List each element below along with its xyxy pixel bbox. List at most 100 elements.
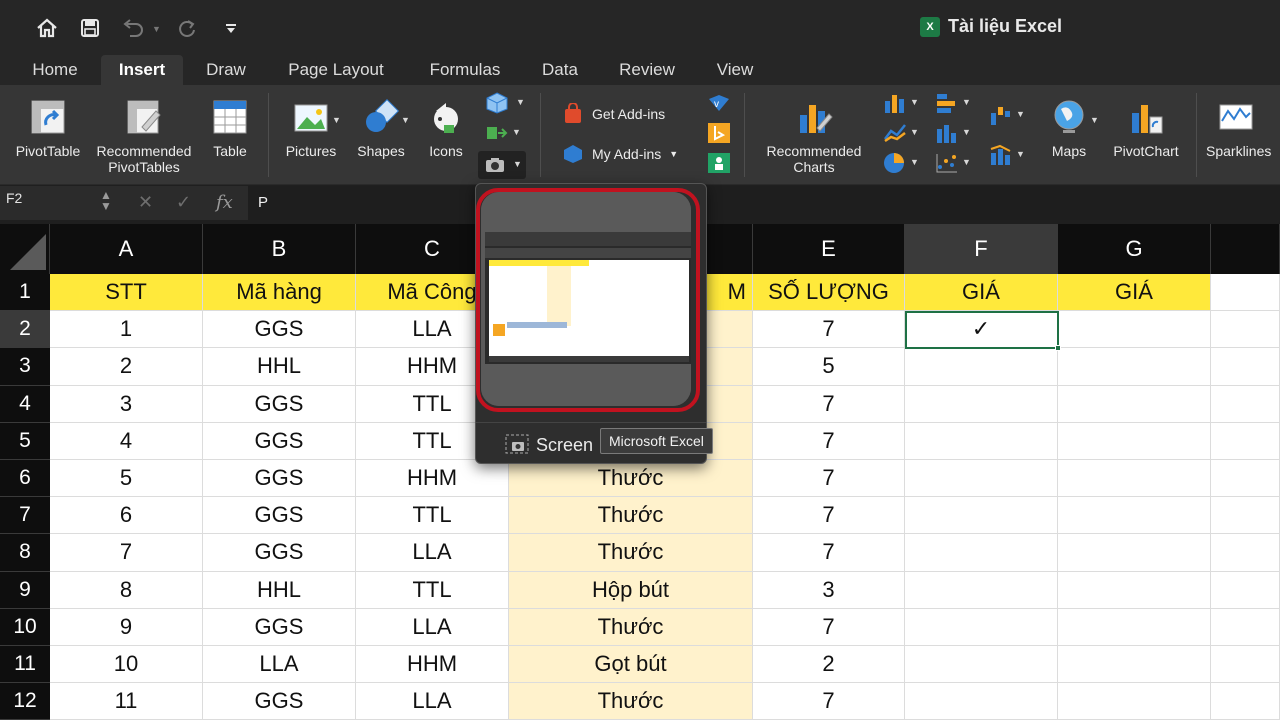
recommended-pivottables-button[interactable]: Recommended PivotTables	[90, 97, 198, 175]
shapes-button[interactable]: Shapes	[350, 97, 412, 159]
waterfall-chart-icon[interactable]	[988, 103, 1014, 127]
cell-b7[interactable]: GGS	[203, 497, 356, 535]
cell-e11[interactable]: 2	[753, 646, 905, 684]
cell-h3[interactable]	[1211, 348, 1280, 386]
undo-icon[interactable]	[118, 12, 148, 44]
name-box[interactable]: F2	[0, 186, 112, 220]
cell-e6[interactable]: 7	[753, 460, 905, 498]
bing-icon[interactable]	[706, 121, 732, 145]
cell-h8[interactable]	[1211, 534, 1280, 572]
tab-view[interactable]: View	[706, 55, 764, 85]
cell-e10[interactable]: 7	[753, 608, 905, 646]
cell-a9[interactable]: 8	[50, 571, 203, 609]
cell-b12[interactable]: GGS	[203, 683, 356, 720]
cell-b2[interactable]: GGS	[203, 311, 356, 349]
cell-e4[interactable]: 7	[753, 385, 905, 423]
cell-a3[interactable]: 2	[50, 348, 203, 386]
scatter-chart-dropdown-icon[interactable]: ▼	[962, 157, 971, 167]
my-addins-dropdown-icon[interactable]: ▼	[669, 149, 678, 159]
stat-chart-icon[interactable]	[934, 121, 960, 145]
row-header-4[interactable]: 4	[0, 385, 50, 423]
row-header-3[interactable]: 3	[0, 348, 50, 386]
cell-g6[interactable]	[1058, 460, 1211, 498]
maps-dropdown-icon[interactable]: ▼	[1090, 115, 1099, 125]
select-all-corner[interactable]	[0, 224, 50, 274]
cell-a1[interactable]: STT	[50, 274, 203, 312]
bar-chart-dropdown-icon[interactable]: ▼	[962, 97, 971, 107]
waterfall-chart-dropdown-icon[interactable]: ▼	[1016, 109, 1025, 119]
cell-e8[interactable]: 7	[753, 534, 905, 572]
shapes-dropdown-icon[interactable]: ▼	[401, 115, 410, 125]
cell-d11[interactable]: Gọt bút	[509, 646, 753, 684]
get-addins-button[interactable]: Get Add-ins	[562, 103, 665, 125]
cell-b9[interactable]: HHL	[203, 571, 356, 609]
bar-chart-icon[interactable]	[934, 91, 960, 115]
smartart-icon[interactable]	[484, 121, 510, 145]
row-header-10[interactable]: 10	[0, 608, 50, 646]
cell-e1[interactable]: SỐ LƯỢNG	[753, 274, 905, 312]
combo-chart-dropdown-icon[interactable]: ▼	[1016, 149, 1025, 159]
cell-g10[interactable]	[1058, 608, 1211, 646]
combo-chart-icon[interactable]	[988, 143, 1014, 167]
column-header-h[interactable]	[1211, 224, 1280, 274]
tab-data[interactable]: Data	[532, 55, 588, 85]
cell-b11[interactable]: LLA	[203, 646, 356, 684]
cell-g2[interactable]	[1058, 311, 1211, 349]
cell-g11[interactable]	[1058, 646, 1211, 684]
visio-icon[interactable]: v	[706, 91, 732, 115]
cell-g9[interactable]	[1058, 571, 1211, 609]
cell-g12[interactable]	[1058, 683, 1211, 720]
pie-chart-icon[interactable]	[882, 151, 908, 175]
column-header-a[interactable]: A	[50, 224, 203, 274]
table-button[interactable]: Table	[204, 97, 256, 159]
my-addins-button[interactable]: My Add-ins ▼	[562, 143, 678, 165]
pivottable-button[interactable]: PivotTable	[8, 97, 88, 159]
cell-c11[interactable]: HHM	[356, 646, 509, 684]
3d-models-icon[interactable]	[484, 91, 510, 115]
cell-d6[interactable]: Thước	[509, 460, 753, 498]
cell-f6[interactable]	[905, 460, 1058, 498]
cell-b1[interactable]: Mã hàng	[203, 274, 356, 312]
cell-d8[interactable]: Thước	[509, 534, 753, 572]
tab-formulas[interactable]: Formulas	[418, 55, 512, 85]
cell-c10[interactable]: LLA	[356, 608, 509, 646]
people-graph-icon[interactable]	[706, 151, 732, 175]
cell-g5[interactable]	[1058, 422, 1211, 460]
maps-button[interactable]: Maps	[1040, 97, 1098, 159]
cell-g7[interactable]	[1058, 497, 1211, 535]
tab-page-layout[interactable]: Page Layout	[276, 55, 396, 85]
row-header-7[interactable]: 7	[0, 497, 50, 535]
cell-a8[interactable]: 7	[50, 534, 203, 572]
tab-draw[interactable]: Draw	[196, 55, 256, 85]
column-header-b[interactable]: B	[203, 224, 356, 274]
cell-h5[interactable]	[1211, 422, 1280, 460]
tab-home[interactable]: Home	[20, 55, 90, 85]
cell-b10[interactable]: GGS	[203, 608, 356, 646]
row-header-2[interactable]: 2	[0, 311, 50, 349]
cell-f4[interactable]	[905, 385, 1058, 423]
recommended-charts-button[interactable]: Recommended Charts	[756, 97, 872, 175]
cell-e5[interactable]: 7	[753, 422, 905, 460]
cell-g1[interactable]: GIÁ	[1058, 274, 1211, 312]
cell-d12[interactable]: Thước	[509, 683, 753, 720]
home-icon[interactable]	[34, 12, 60, 44]
cell-d9[interactable]: Hộp bút	[509, 571, 753, 609]
cell-h9[interactable]	[1211, 571, 1280, 609]
cell-f3[interactable]	[905, 348, 1058, 386]
cell-f9[interactable]	[905, 571, 1058, 609]
row-header-8[interactable]: 8	[0, 534, 50, 572]
cell-h1[interactable]	[1211, 274, 1280, 312]
cell-h4[interactable]	[1211, 385, 1280, 423]
row-header-11[interactable]: 11	[0, 646, 50, 684]
cell-e12[interactable]: 7	[753, 683, 905, 720]
pie-chart-dropdown-icon[interactable]: ▼	[910, 157, 919, 167]
cell-f8[interactable]	[905, 534, 1058, 572]
cell-e3[interactable]: 5	[753, 348, 905, 386]
screenshot-dropdown-icon[interactable]: ▼	[513, 159, 522, 169]
cell-g8[interactable]	[1058, 534, 1211, 572]
save-icon[interactable]	[78, 12, 102, 44]
row-header-5[interactable]: 5	[0, 422, 50, 460]
smartart-dropdown-icon[interactable]: ▼	[512, 127, 521, 137]
cell-h10[interactable]	[1211, 608, 1280, 646]
cell-d10[interactable]: Thước	[509, 608, 753, 646]
